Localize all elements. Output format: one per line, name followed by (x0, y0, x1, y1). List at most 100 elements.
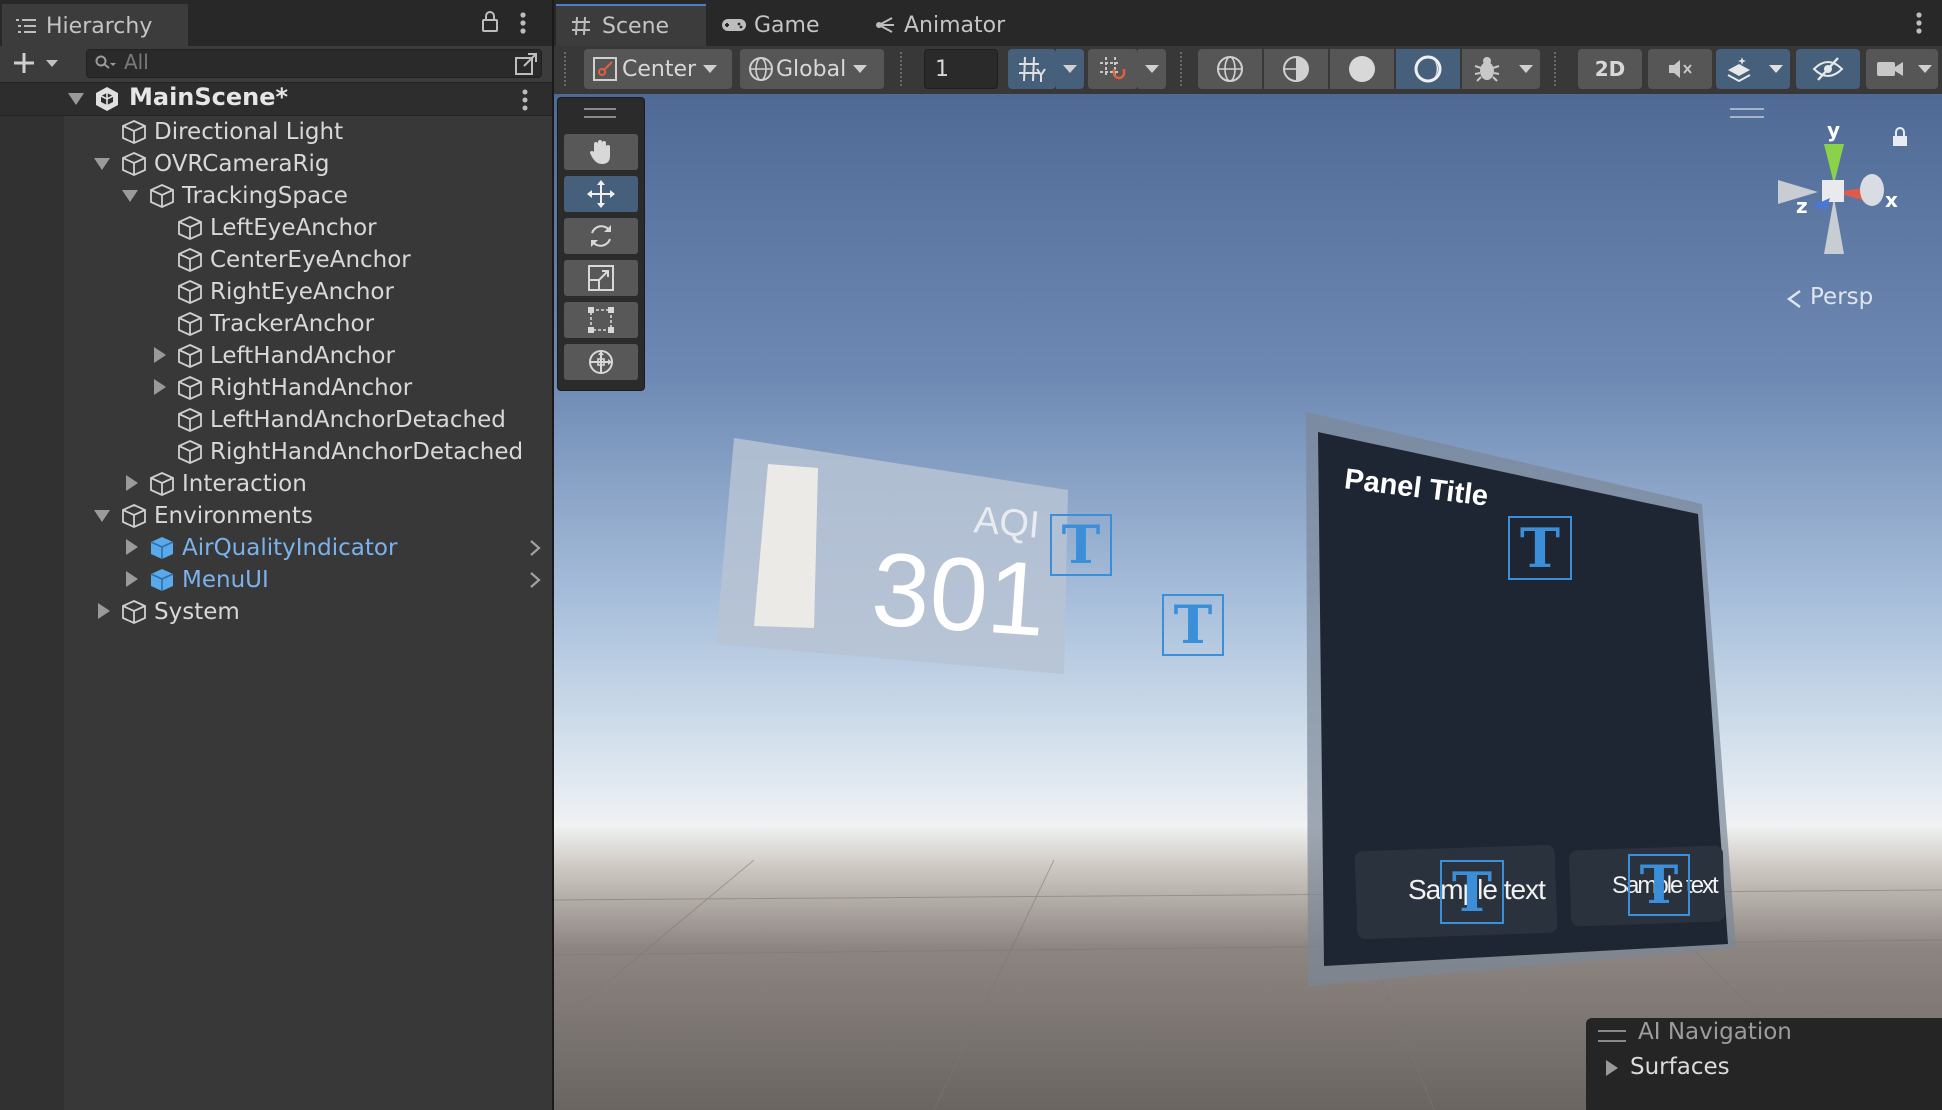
expand-arrow-icon[interactable] (1606, 1060, 1618, 1076)
gameobject-cube-icon (178, 408, 202, 432)
gameobject-cube-icon (122, 504, 146, 528)
tab-scene[interactable]: Scene (556, 4, 706, 46)
hierarchy-item[interactable]: LeftHandAnchorDetached (177, 405, 506, 435)
shaded-button[interactable] (1330, 49, 1394, 89)
gameobject-cube-icon (178, 376, 202, 400)
snap-dropdown[interactable] (1138, 49, 1166, 89)
tab-animator[interactable]: Animator (874, 4, 1034, 46)
hierarchy-item-label: LeftHandAnchorDetached (210, 407, 506, 433)
hierarchy-item-label: OVRCameraRig (154, 151, 330, 177)
toggle-2d-button[interactable]: 2D (1578, 49, 1642, 89)
overlay-surfaces-item[interactable]: Surfaces (1630, 1054, 1730, 1080)
expand-arrow-icon[interactable] (98, 603, 110, 619)
create-button[interactable] (12, 51, 64, 75)
scale-icon (588, 265, 614, 291)
gizmo-drag-handle[interactable] (1730, 108, 1764, 118)
grid-size-field[interactable]: 1 (924, 49, 998, 89)
hierarchy-item[interactable]: LeftEyeAnchor (177, 213, 377, 243)
open-scene-icon[interactable] (514, 50, 540, 76)
collapse-arrow-icon[interactable] (68, 93, 84, 105)
hierarchy-item[interactable]: Interaction (149, 469, 307, 499)
space-dropdown[interactable]: Global (740, 49, 884, 89)
unity-scene-icon (96, 87, 118, 111)
scene-visibility-button[interactable] (1796, 49, 1860, 89)
tab-hierarchy[interactable]: Hierarchy (2, 4, 188, 46)
draw-mode-dropdown[interactable] (1512, 49, 1540, 89)
wireframe-shading-button[interactable] (1198, 49, 1262, 89)
collapse-arrow-icon[interactable] (122, 190, 138, 202)
collapse-arrow-icon[interactable] (94, 510, 110, 522)
debug-draw-button[interactable] (1462, 49, 1512, 89)
hierarchy-item[interactable]: MenuUI (149, 565, 269, 595)
hierarchy-item[interactable]: TrackerAnchor (177, 309, 374, 339)
chevron-right-icon[interactable] (528, 570, 542, 590)
hierarchy-item-label: AirQualityIndicator (182, 535, 398, 561)
hierarchy-item-label: RightHandAnchor (210, 375, 413, 401)
chevron-down-icon (1769, 65, 1783, 73)
layers-effects-icon (1727, 57, 1751, 83)
view-tool-button[interactable] (564, 134, 638, 170)
hierarchy-item[interactable]: RightEyeAnchor (177, 277, 394, 307)
transform-tool-button[interactable] (564, 344, 638, 380)
pivot-dropdown[interactable]: Center (584, 49, 732, 89)
effects-dropdown[interactable] (1762, 49, 1790, 89)
hierarchy-item[interactable]: TrackingSpace (149, 181, 348, 211)
hierarchy-item[interactable]: Directional Light (121, 117, 343, 147)
expand-arrow-icon[interactable] (126, 571, 138, 587)
hierarchy-item[interactable]: System (121, 597, 240, 627)
move-tool-button[interactable] (564, 176, 638, 212)
grid-dropdown[interactable] (1056, 49, 1084, 89)
scene-camera-button[interactable] (1866, 49, 1914, 89)
unlit-button[interactable] (1396, 49, 1460, 89)
overlay-title: AI Navigation (1638, 1019, 1792, 1045)
hierarchy-item[interactable]: Environments (121, 501, 313, 531)
rotate-icon (591, 225, 611, 247)
hierarchy-gutter (0, 83, 64, 1110)
gameobject-cube-icon (122, 152, 146, 176)
tab-game[interactable]: Game (720, 4, 850, 46)
hierarchy-item[interactable]: RightHandAnchor (177, 373, 412, 403)
effects-toggle-button[interactable] (1716, 49, 1762, 89)
scene-options-icon[interactable] (520, 88, 530, 112)
text-gizmo-icon[interactable]: T (1508, 516, 1572, 580)
snap-button[interactable] (1088, 49, 1138, 89)
chevron-right-icon[interactable] (528, 538, 542, 558)
hierarchy-item[interactable]: LeftHandAnchor (177, 341, 395, 371)
expand-arrow-icon[interactable] (154, 347, 166, 363)
grid-snap-icon (1100, 57, 1126, 80)
hierarchy-item[interactable]: RightHandAnchorDetached (177, 437, 523, 467)
collapse-arrow-icon[interactable] (94, 158, 110, 170)
scene-more-icon[interactable] (1914, 10, 1924, 36)
text-gizmo-icon[interactable]: T (1628, 854, 1690, 916)
search-input[interactable] (86, 49, 542, 78)
hierarchy-item[interactable]: OVRCameraRig (121, 149, 330, 179)
lock-icon[interactable] (480, 10, 500, 34)
text-gizmo-icon[interactable]: T (1440, 860, 1504, 924)
rect-tool-button[interactable] (564, 302, 638, 338)
tab-hierarchy-label: Hierarchy (46, 13, 153, 39)
audio-toggle-button[interactable] (1648, 49, 1712, 89)
scale-tool-button[interactable] (564, 260, 638, 296)
text-gizmo-icon[interactable]: T (1162, 594, 1224, 656)
list-icon (16, 19, 36, 33)
overlay-drag-handle[interactable] (1598, 1030, 1626, 1042)
shaded-wireframe-button[interactable] (1264, 49, 1328, 89)
hierarchy-item[interactable]: CenterEyeAnchor (177, 245, 411, 275)
orientation-gizmo[interactable] (1772, 128, 1896, 260)
hierarchy-item[interactable]: AirQualityIndicator (149, 533, 397, 563)
prefab-cube-icon (150, 569, 174, 591)
more-options-icon[interactable] (518, 10, 528, 36)
chevron-down-icon (1063, 65, 1077, 73)
camera-dropdown[interactable] (1912, 49, 1938, 89)
expand-arrow-icon[interactable] (126, 475, 138, 491)
gizmo-z-label: z (1796, 194, 1808, 218)
expand-arrow-icon[interactable] (126, 539, 138, 555)
grid-visibility-button[interactable] (1008, 49, 1056, 89)
rotate-tool-button[interactable] (564, 218, 638, 254)
overlay-drag-handle[interactable] (584, 108, 616, 118)
toolbar-grip (900, 52, 906, 86)
projection-label[interactable]: Persp (1810, 284, 1873, 310)
expand-arrow-icon[interactable] (154, 379, 166, 395)
text-gizmo-icon[interactable]: T (1050, 514, 1112, 576)
hierarchy-item-label: CenterEyeAnchor (210, 247, 411, 273)
